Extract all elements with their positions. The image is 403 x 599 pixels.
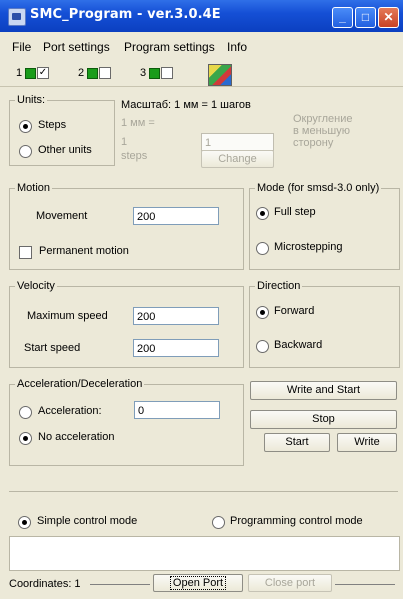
other-units-radio[interactable] <box>19 145 32 158</box>
write-button[interactable]: Write <box>337 433 397 452</box>
led-icon <box>25 68 36 79</box>
permanent-motion-checkbox[interactable] <box>19 246 32 259</box>
simple-control-radio[interactable] <box>18 516 31 529</box>
direction-group: Direction <box>249 280 400 368</box>
close-icon: ✕ <box>383 10 394 24</box>
acceleration-legend: Acceleration/Deceleration <box>15 378 145 390</box>
toolbar: 1 ✓ 2 3 <box>0 60 403 87</box>
scale-one-label: 1 <box>121 136 128 148</box>
full-step-label: Full step <box>274 206 316 218</box>
minimize-icon: _ <box>339 10 346 24</box>
axis-1-checkbox[interactable]: ✓ <box>37 67 49 79</box>
led-icon <box>149 68 160 79</box>
window-title: SMC_Program - ver.3.0.4E <box>30 7 221 22</box>
scale-input[interactable]: 1 <box>201 133 274 151</box>
motion-legend: Motion <box>15 182 53 194</box>
programming-control-label: Programming control mode <box>230 515 363 527</box>
close-button[interactable]: ✕ <box>378 7 399 28</box>
start-speed-label: Start speed <box>24 342 81 354</box>
axis-2-checkbox[interactable] <box>99 67 111 79</box>
scale-title: Масштаб: 1 мм = 1 шагов <box>121 99 251 111</box>
acceleration-label: Acceleration: <box>38 405 102 417</box>
rounding-line-2: в меньшую <box>293 125 350 137</box>
simple-control-label: Simple control mode <box>37 515 138 527</box>
rounding-line-3: сторону <box>293 137 334 149</box>
backward-radio[interactable] <box>256 340 269 353</box>
forward-radio[interactable] <box>256 306 269 319</box>
coordinates-label: Coordinates: 1 <box>9 578 81 590</box>
axis-number: 1 <box>16 67 23 79</box>
log-panel <box>9 536 400 571</box>
no-acceleration-radio[interactable] <box>19 432 32 445</box>
direction-legend: Direction <box>255 280 303 292</box>
max-speed-label: Maximum speed <box>27 310 108 322</box>
status-bar: Coordinates: 1 Open Port Close port <box>0 572 403 599</box>
acceleration-input[interactable]: 0 <box>134 401 220 419</box>
acceleration-group: Acceleration/Deceleration <box>9 378 244 466</box>
app-window: SMC_Program - ver.3.0.4E _ □ ✕ File Port… <box>0 0 403 599</box>
rounding-label: Округление в меньшую сторону <box>293 113 353 149</box>
axis-number: 3 <box>140 67 147 79</box>
movement-label: Movement <box>36 210 88 222</box>
programming-control-radio[interactable] <box>212 516 225 529</box>
mode-legend: Mode (for smsd-3.0 only) <box>255 182 382 194</box>
other-units-label: Other units <box>38 144 92 156</box>
forward-label: Forward <box>274 305 315 317</box>
status-separator <box>90 584 150 585</box>
title-bar[interactable]: SMC_Program - ver.3.0.4E _ □ ✕ <box>0 0 403 32</box>
scale-mm-label: 1 мм = <box>121 117 155 129</box>
max-speed-input[interactable]: 200 <box>133 307 219 325</box>
menu-bar: File Port settings Program settings Info <box>0 37 403 57</box>
steps-label: Steps <box>38 119 67 131</box>
permanent-motion-label: Permanent motion <box>39 245 129 257</box>
microstepping-label: Microstepping <box>274 241 343 253</box>
open-port-button[interactable]: Open Port <box>153 574 243 592</box>
stop-button[interactable]: Stop <box>250 410 397 429</box>
menu-program-settings[interactable]: Program settings <box>124 40 215 54</box>
velocity-legend: Velocity <box>15 280 57 292</box>
close-port-button[interactable]: Close port <box>248 574 332 592</box>
no-acceleration-label: No acceleration <box>38 431 115 443</box>
rounding-line-1: Округление <box>293 113 353 125</box>
scale-steps-label: steps <box>121 150 148 162</box>
menu-port-settings[interactable]: Port settings <box>43 40 110 54</box>
toolbar-tool-icon[interactable] <box>208 64 232 86</box>
steps-radio[interactable] <box>19 120 32 133</box>
microstepping-radio[interactable] <box>256 242 269 255</box>
maximize-button[interactable]: □ <box>355 7 376 28</box>
control-mode-separator <box>9 491 398 492</box>
start-speed-input[interactable]: 200 <box>133 339 219 357</box>
full-step-radio[interactable] <box>256 207 269 220</box>
start-button[interactable]: Start <box>264 433 330 452</box>
motion-group: Motion <box>9 182 244 270</box>
write-and-start-button[interactable]: Write and Start <box>250 381 397 400</box>
status-separator <box>335 584 395 585</box>
backward-label: Backward <box>274 339 323 351</box>
minimize-button[interactable]: _ <box>332 7 353 28</box>
led-icon <box>87 68 98 79</box>
acceleration-radio[interactable] <box>19 406 32 419</box>
axis-3-checkbox[interactable] <box>161 67 173 79</box>
maximize-icon: □ <box>361 10 370 24</box>
units-legend: Units: <box>15 94 48 106</box>
axis-number: 2 <box>78 67 85 79</box>
menu-file[interactable]: File <box>12 40 31 54</box>
open-port-label: Open Port <box>169 576 227 590</box>
menu-info[interactable]: Info <box>227 40 247 54</box>
mode-group: Mode (for smsd-3.0 only) <box>249 182 400 270</box>
movement-input[interactable]: 200 <box>133 207 219 225</box>
change-button[interactable]: Change <box>201 150 274 168</box>
app-icon <box>8 8 26 26</box>
